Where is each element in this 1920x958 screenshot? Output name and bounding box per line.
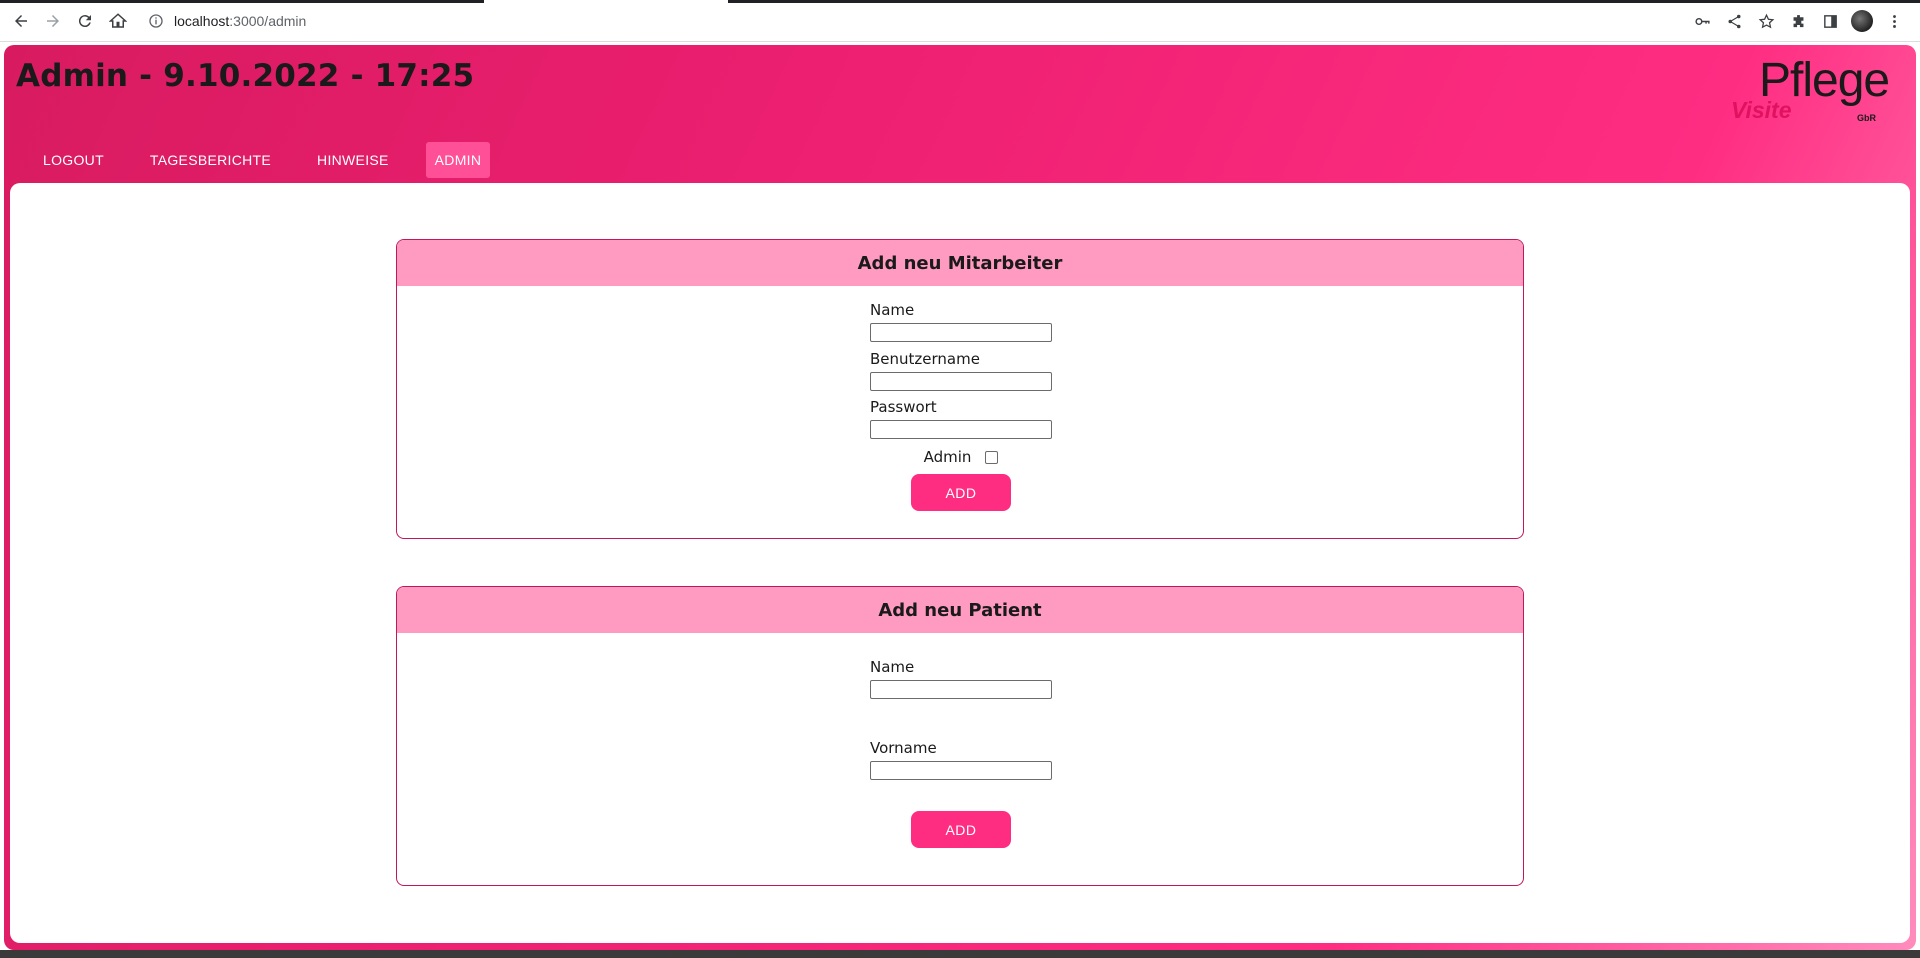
star-icon[interactable] <box>1754 9 1778 33</box>
url-path: :3000/admin <box>229 13 307 29</box>
info-icon[interactable] <box>148 13 164 29</box>
add-employee-button[interactable]: ADD <box>911 474 1011 511</box>
forward-arrow-icon[interactable] <box>41 9 65 33</box>
patient-firstname-label: Vorname <box>870 739 937 757</box>
employee-username-label: Benutzername <box>870 350 980 368</box>
logo-line2: Visite <box>1731 97 1792 123</box>
pflege-visite-logo: Pflege Visite GbR <box>1729 54 1890 127</box>
admin-checkbox-row: Admin <box>870 447 1052 467</box>
content-panel: Add neu Mitarbeiter Name Benutzername Pa… <box>10 183 1910 943</box>
employee-name-input[interactable] <box>870 323 1052 342</box>
main-nav: LOGOUT TAGESBERICHTE HINWEISE ADMIN <box>34 142 518 178</box>
patient-name-input[interactable] <box>870 680 1052 699</box>
nav-tagesberichte[interactable]: TAGESBERICHTE <box>141 142 280 178</box>
share-icon[interactable] <box>1722 9 1746 33</box>
logo-suffix: GbR <box>1857 113 1876 123</box>
home-icon[interactable] <box>106 9 130 33</box>
add-patient-button[interactable]: ADD <box>911 811 1011 848</box>
employee-password-input[interactable] <box>870 420 1052 439</box>
add-patient-card: Add neu Patient Name Vorname ADD <box>396 586 1524 886</box>
app-header: Admin - 9.10.2022 - 17:25 Pflege Visite … <box>4 45 1916 950</box>
url-host: localhost <box>174 13 230 29</box>
employee-username-input[interactable] <box>870 372 1052 391</box>
active-tab-indicator[interactable] <box>484 0 728 3</box>
side-panel-icon[interactable] <box>1818 9 1842 33</box>
employee-name-label: Name <box>870 301 915 319</box>
patient-name-label: Name <box>870 658 915 676</box>
add-patient-form: Name Vorname ADD <box>870 657 1052 848</box>
taskbar-strip <box>0 950 1920 958</box>
add-employee-heading: Add neu Mitarbeiter <box>397 240 1523 286</box>
back-arrow-icon[interactable] <box>9 9 33 33</box>
extensions-icon[interactable] <box>1786 9 1810 33</box>
admin-checkbox[interactable] <box>985 450 999 464</box>
reload-icon[interactable] <box>73 9 97 33</box>
add-employee-form: Name Benutzername Passwort Admin ADD <box>870 300 1052 511</box>
address-bar[interactable]: localhost:3000/admin <box>148 8 306 34</box>
employee-password-label: Passwort <box>870 398 937 416</box>
admin-checkbox-label: Admin <box>923 448 972 466</box>
add-patient-heading: Add neu Patient <box>397 587 1523 633</box>
add-employee-card: Add neu Mitarbeiter Name Benutzername Pa… <box>396 239 1524 539</box>
nav-hinweise[interactable]: HINWEISE <box>308 142 398 178</box>
patient-firstname-input[interactable] <box>870 761 1052 780</box>
browser-toolbar: localhost:3000/admin <box>0 0 1920 42</box>
tab-strip <box>0 0 1920 3</box>
kebab-menu-icon[interactable] <box>1882 9 1906 33</box>
key-icon[interactable] <box>1690 9 1714 33</box>
profile-avatar[interactable] <box>1850 9 1874 33</box>
nav-logout[interactable]: LOGOUT <box>34 142 113 178</box>
nav-admin[interactable]: ADMIN <box>425 142 491 178</box>
page-title: Admin - 9.10.2022 - 17:25 <box>16 58 475 94</box>
